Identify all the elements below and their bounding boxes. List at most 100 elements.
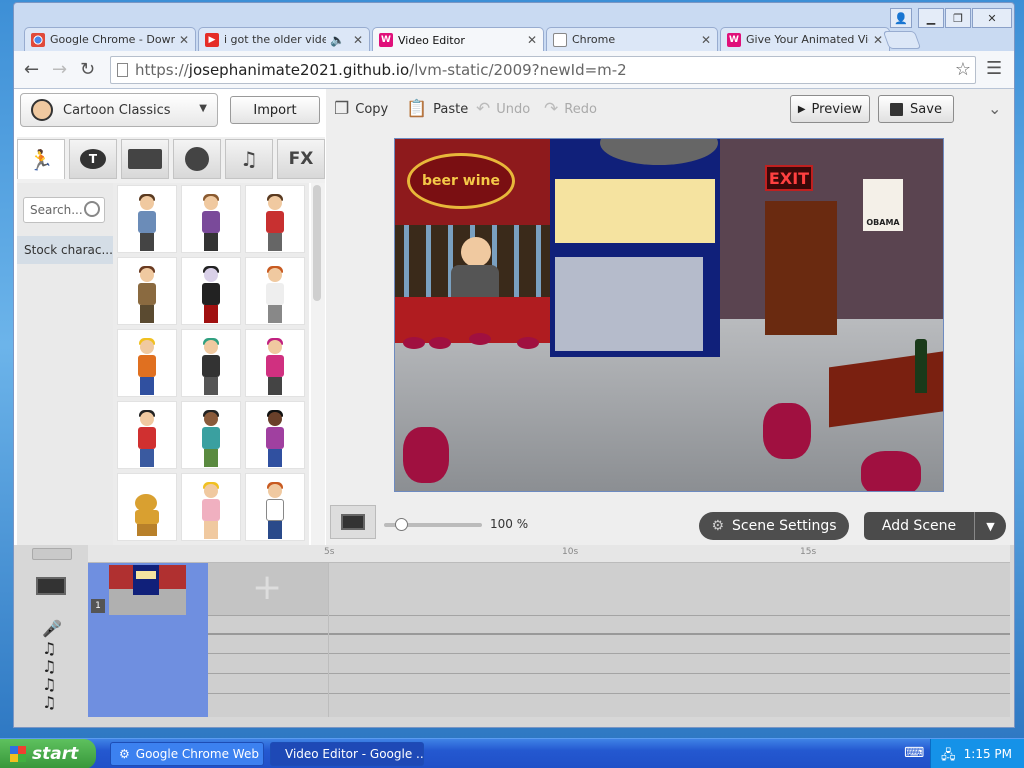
time-ruler: 5s 10s 15s [88,545,1010,563]
character-item[interactable] [245,401,305,469]
address-bar[interactable]: https://josephanimate2021.github.io/lvm-… [110,56,976,84]
character-item[interactable] [117,329,177,397]
microphone-icon: 🎤 [42,619,62,638]
chrome-icon [31,32,45,47]
floppy-disk-icon [890,102,904,116]
tab-youtube[interactable]: ▶ i got the older videom🔈 ✕ [198,27,370,51]
music-note-icon: ♫ [240,147,258,171]
background-icon [128,149,162,169]
character-item[interactable] [181,185,241,253]
exit-sign: EXIT [765,165,813,191]
maximize-button[interactable]: ❐ [945,8,971,28]
reload-icon[interactable]: ↻ [80,59,95,80]
taskbar-item-video-editor[interactable]: Video Editor - Google ... [270,742,424,766]
character-item[interactable] [117,401,177,469]
timeline-zoom-handle[interactable] [32,548,72,560]
fit-stage-button[interactable] [330,505,376,539]
document-icon [553,32,567,47]
save-button[interactable]: Save [878,95,954,123]
zoom-slider-handle[interactable] [395,518,408,531]
scene-settings-button[interactable]: ⚙ Scene Settings [699,512,849,540]
back-arrow-icon[interactable]: ← [24,59,39,80]
redo-icon: ↷ [544,99,559,119]
copy-icon: ❐ [334,99,350,119]
character-item[interactable] [245,185,305,253]
character-item[interactable] [117,473,177,541]
close-icon[interactable]: ✕ [179,33,189,47]
character-item[interactable] [181,401,241,469]
copy-label: Copy [355,101,389,117]
wine-bottle [915,339,927,393]
redo-button[interactable]: ↷ Redo [544,99,597,119]
add-scene-button[interactable]: Add Scene ▼ [864,512,1006,540]
tab-give-animated[interactable]: W Give Your Animated Vide ✕ [720,27,890,51]
scene-thumbnail[interactable] [109,565,186,615]
ruler-label: 15s [800,547,817,557]
keyboard-icon[interactable]: ⌨ [904,745,924,761]
close-window-button[interactable]: ✕ [972,8,1012,28]
forward-arrow-icon[interactable]: → [52,59,67,80]
character-item[interactable] [181,473,241,541]
preview-button[interactable]: ▶ Preview [790,95,870,123]
character-item[interactable] [181,257,241,325]
tab-title: i got the older videom [224,33,326,46]
theme-selector[interactable]: Cartoon Classics ▼ [20,93,218,127]
character-item[interactable] [245,473,305,541]
bar-stool [429,337,451,349]
copy-button[interactable]: ❐ Copy [334,99,388,119]
paste-label: Paste [433,101,469,117]
exit-sign-text: EXIT [768,168,810,188]
tab-characters[interactable]: 🏃 [17,139,65,179]
stock-characters-item[interactable]: Stock charac... [17,236,113,264]
scene-stage[interactable]: beer wine EXIT OBAMA [394,138,944,492]
tab-props[interactable] [173,139,221,179]
minimize-button[interactable]: ▁ [918,8,944,28]
start-button[interactable]: start [0,739,96,768]
close-icon[interactable]: ✕ [873,33,883,47]
close-icon[interactable]: ✕ [527,33,537,47]
task-label: Video Editor - Google ... [285,747,424,761]
profile-icon[interactable]: 👤 [890,8,912,28]
tab-chrome-download[interactable]: Google Chrome - Downlo ✕ [24,27,196,51]
chevron-down-icon: ▼ [199,103,207,114]
scene-settings-label: Scene Settings [732,518,837,534]
character-item[interactable] [117,185,177,253]
taskbar-item-chrome-web[interactable]: ⚙ Google Chrome Web ... [110,742,264,766]
tab-chrome[interactable]: Chrome ✕ [546,27,718,51]
chevron-down-icon[interactable]: ▼ [974,512,1006,540]
search-icon[interactable] [84,201,100,217]
category-tabs: 🏃 T ♫ FX [17,137,325,183]
character-item[interactable] [181,329,241,397]
character-item[interactable] [117,257,177,325]
add-scene-slot[interactable]: + [208,563,328,615]
new-tab-button[interactable] [882,31,922,49]
start-label: start [32,744,79,764]
save-label: Save [910,101,942,117]
search-input[interactable]: Search... [23,197,105,223]
music-note-icon: ♫ [42,639,57,658]
paste-button[interactable]: 📋 Paste [406,99,468,119]
chevron-down-icon[interactable]: ⌄ [988,99,1001,118]
ruler-label: 5s [324,547,335,557]
network-icon[interactable]: 🖧 [941,746,956,768]
bookmark-star-icon[interactable]: ☆ [955,59,971,80]
menu-icon[interactable]: ☰ [986,58,1002,79]
tab-video-editor[interactable]: W Video Editor ✕ [372,27,544,52]
tab-backgrounds[interactable] [121,139,169,179]
system-tray: 🖧 1:15 PM [930,739,1024,768]
tab-effects[interactable]: FX [277,139,325,179]
undo-button[interactable]: ↶ Undo [476,99,530,119]
character-item[interactable] [245,329,305,397]
close-icon[interactable]: ✕ [701,33,711,47]
speaker-icon: 🔈 [329,32,345,47]
poster: OBAMA [863,179,903,231]
import-button[interactable]: Import [230,96,320,124]
scrollbar-thumb[interactable] [313,185,321,301]
close-icon[interactable]: ✕ [353,33,363,47]
tab-music[interactable]: ♫ [225,139,273,179]
tab-text[interactable]: T [69,139,117,179]
character-item[interactable] [245,257,305,325]
exit-door [765,201,837,335]
flyers [555,257,703,351]
url-scheme: https:// [135,61,189,79]
